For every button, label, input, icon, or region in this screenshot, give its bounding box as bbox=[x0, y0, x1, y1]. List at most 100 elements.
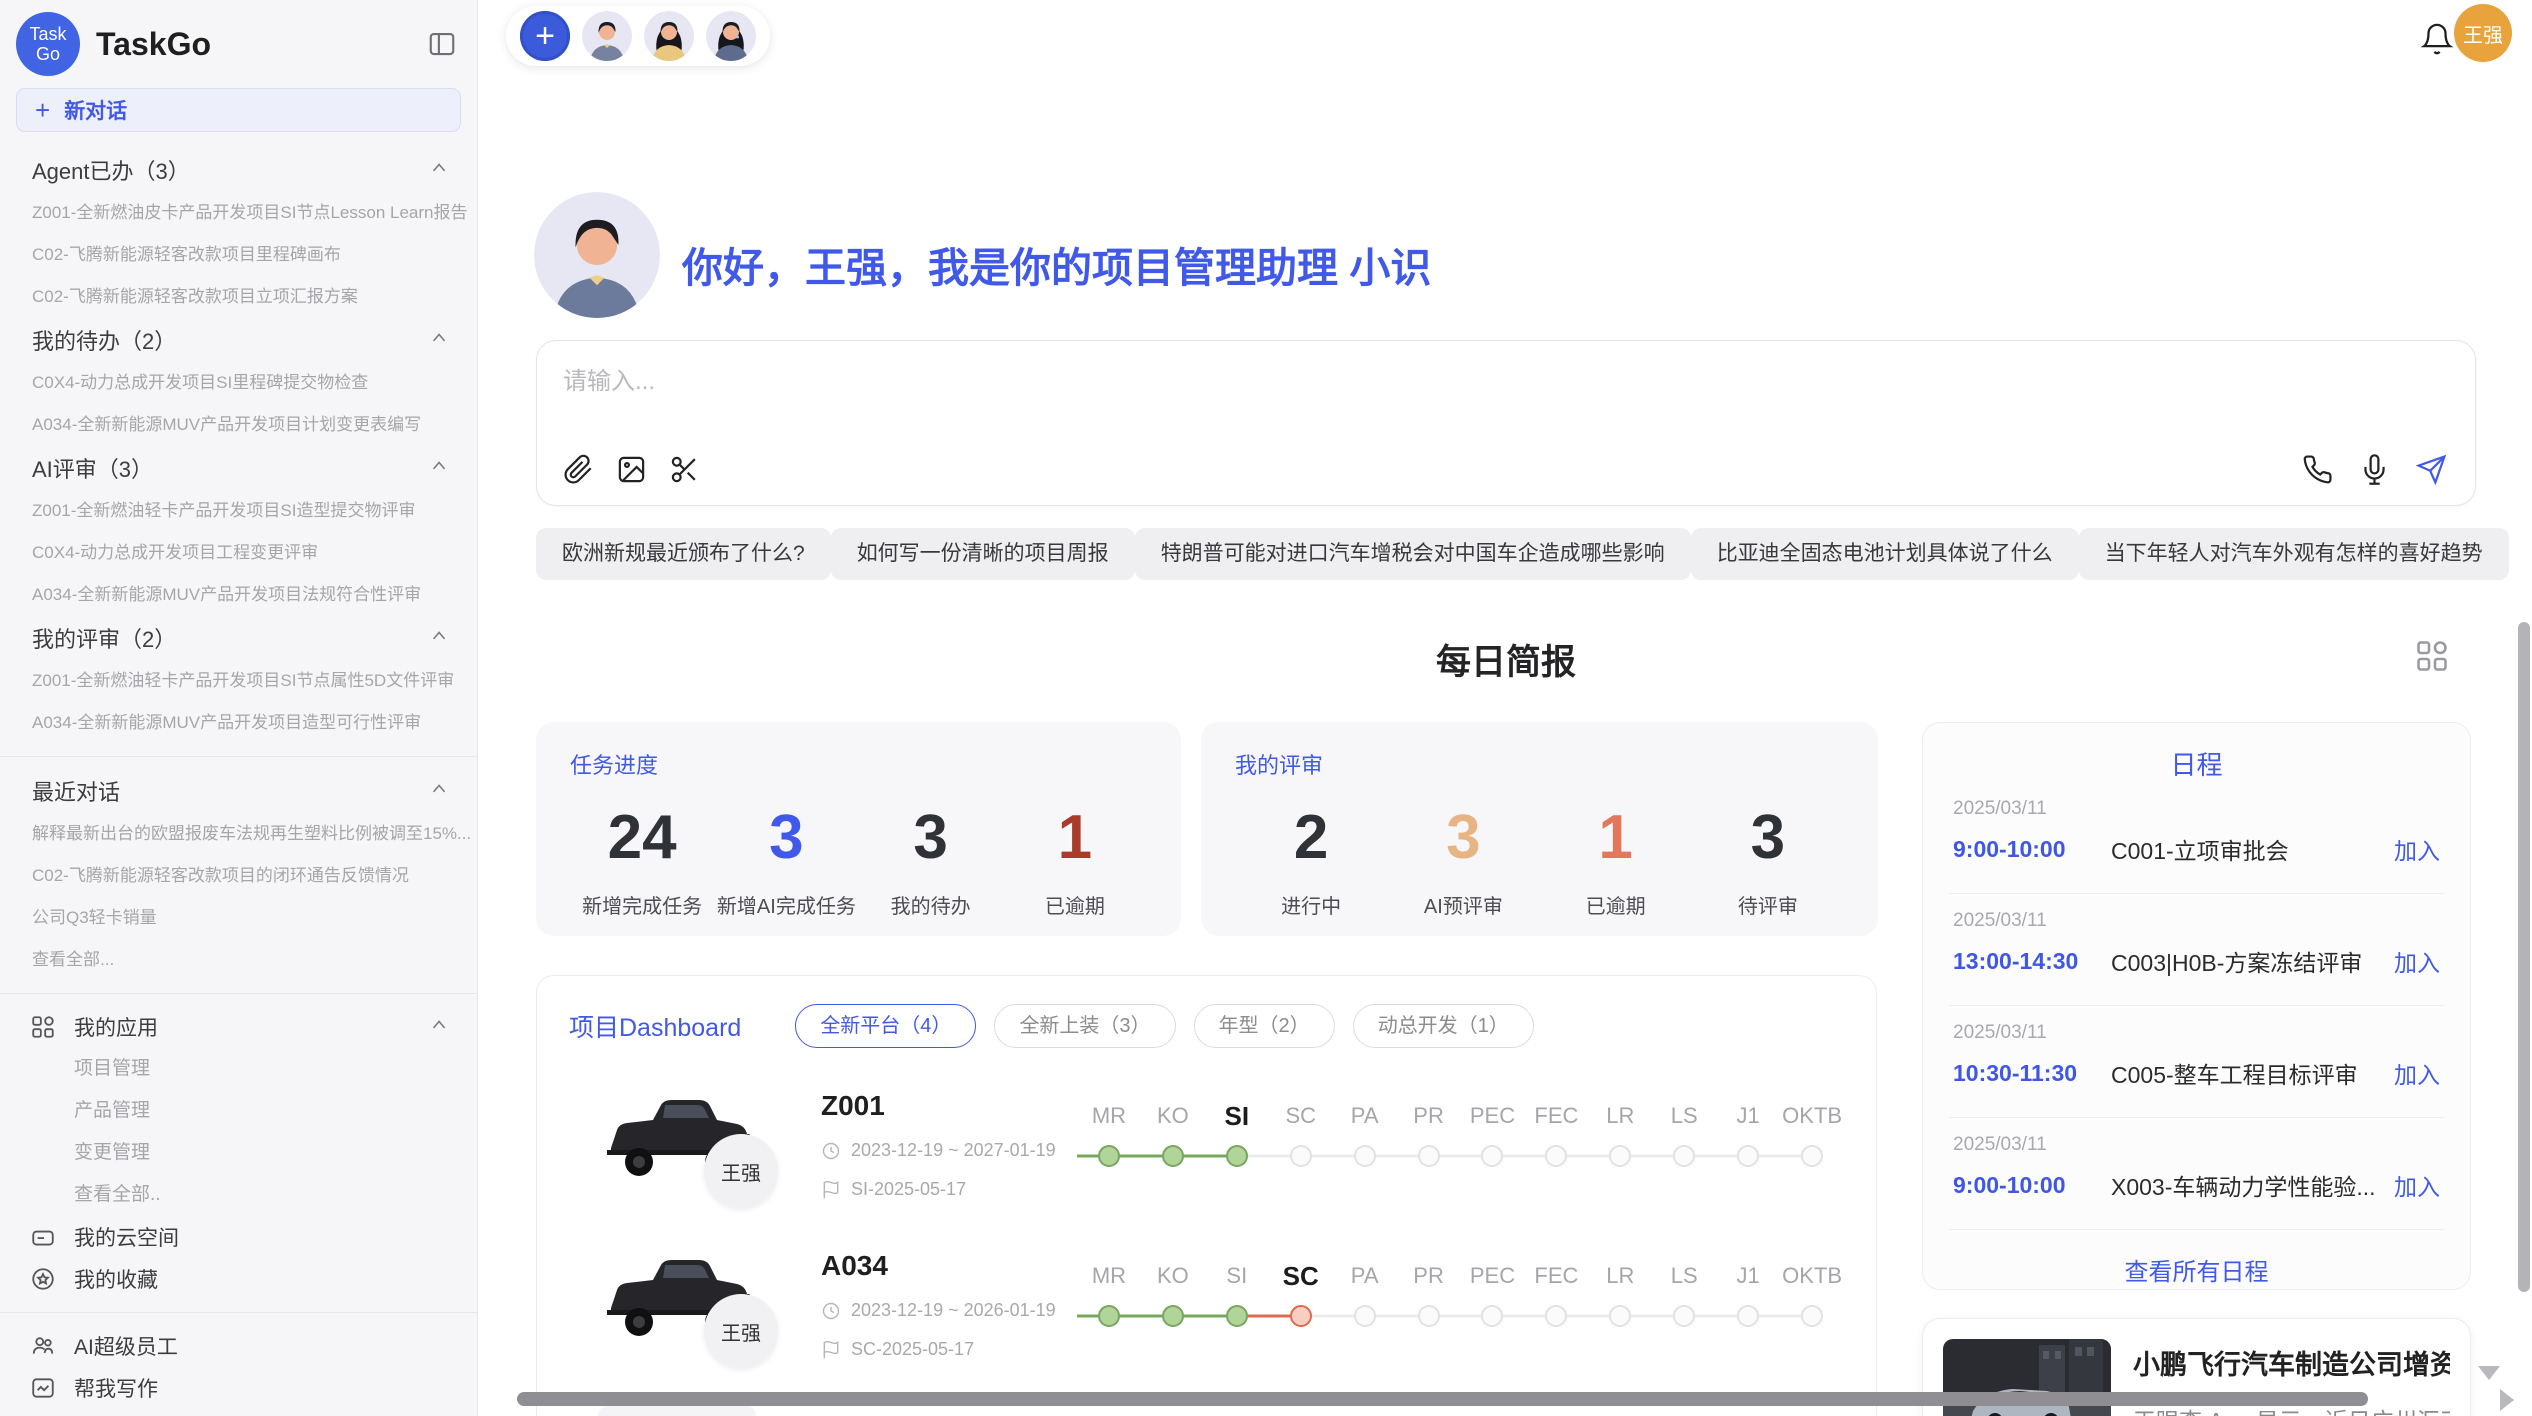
layout-grid-icon[interactable] bbox=[2414, 638, 2450, 674]
project-flag-date: SC-2025-05-17 bbox=[851, 1339, 974, 1360]
sidebar-task-item[interactable]: A034-全新新能源MUV产品开发项目计划变更表编写 bbox=[0, 404, 477, 446]
recent-chat-item[interactable]: 公司Q3轻卡销量 bbox=[0, 897, 477, 939]
app-sub-item[interactable]: 查看全部.. bbox=[0, 1174, 477, 1216]
milestone-node bbox=[1652, 1302, 1716, 1330]
stat-grid: 24新增完成任务3新增AI完成任务3我的待办1已逾期 bbox=[570, 802, 1147, 919]
suggestion-chips: 欧洲新规最近颁布了什么?如何写一份清晰的项目周报特朗普可能对进口汽车增税会对中国… bbox=[536, 528, 2476, 580]
join-meeting-link[interactable]: 加入 bbox=[2394, 832, 2440, 866]
schedule-detail: 9:00-10:00C001-立项审批会加入 bbox=[1953, 832, 2440, 866]
sidebar-item-my-apps[interactable]: 我的应用 bbox=[0, 1006, 477, 1048]
milestone-label: LR bbox=[1588, 1258, 1652, 1294]
sidebar-task-item[interactable]: C02-飞腾新能源轻客改款项目里程碑画布 bbox=[0, 234, 477, 276]
briefing-card-title: 我的评审 bbox=[1235, 748, 1844, 780]
scroll-right-arrow-icon[interactable] bbox=[2500, 1389, 2514, 1411]
agent-avatar-2[interactable] bbox=[644, 11, 694, 61]
sidebar-task-item[interactable]: A034-全新新能源MUV产品开发项目造型可行性评审 bbox=[0, 702, 477, 744]
schedule-title: 日程 bbox=[1923, 745, 2470, 782]
divider bbox=[0, 993, 477, 994]
sidebar-task-item[interactable]: C02-飞腾新能源轻客改款项目立项汇报方案 bbox=[0, 276, 477, 318]
sidebar-item-help-write[interactable]: 帮我写作 bbox=[0, 1367, 477, 1409]
sidebar-item-favorites[interactable]: 我的收藏 bbox=[0, 1258, 477, 1300]
scroll-down-arrow-icon[interactable] bbox=[2478, 1366, 2500, 1380]
suggestion-chip[interactable]: 特朗普可能对进口汽车增税会对中国车企造成哪些影响 bbox=[1135, 528, 1691, 580]
chevron-up-icon bbox=[429, 1016, 451, 1038]
suggestion-chip[interactable]: 比亚迪全固态电池计划具体说了什么 bbox=[1691, 528, 2079, 580]
milestone-node bbox=[1397, 1302, 1461, 1330]
agent-avatar-1[interactable] bbox=[582, 11, 632, 61]
sidebar: Task Go TaskGo + 新对话 Agent已办（3）Z001-全新燃油… bbox=[0, 0, 478, 1416]
sidebar-task-item[interactable]: Z001-全新燃油轻卡产品开发项目SI节点属性5D文件评审 bbox=[0, 660, 477, 702]
paperclip-icon[interactable] bbox=[563, 454, 594, 485]
scissors-icon[interactable] bbox=[669, 454, 700, 485]
join-meeting-link[interactable]: 加入 bbox=[2394, 1056, 2440, 1090]
milestone-node bbox=[1780, 1142, 1844, 1170]
schedule-date: 2025/03/11 bbox=[1953, 1134, 2440, 1156]
sidebar-task-item[interactable]: Z001-全新燃油轻卡产品开发项目SI造型提交物评审 bbox=[0, 490, 477, 532]
join-meeting-link[interactable]: 加入 bbox=[2394, 944, 2440, 978]
phone-icon[interactable] bbox=[2302, 454, 2333, 485]
sidebar-section-recent[interactable]: 最近对话 bbox=[0, 769, 477, 813]
user-avatar[interactable]: 王强 bbox=[2454, 4, 2512, 62]
milestone-dot bbox=[1673, 1305, 1695, 1327]
view-all-schedule-link[interactable]: 查看所有日程 bbox=[1923, 1252, 2470, 1287]
milestone-node bbox=[1333, 1142, 1397, 1170]
sidebar-item-ai-staff[interactable]: AI超级员工 bbox=[0, 1325, 477, 1367]
sidebar-task-item[interactable]: C0X4-动力总成开发项目SI里程碑提交物检查 bbox=[0, 362, 477, 404]
milestone-node bbox=[1205, 1302, 1269, 1330]
horizontal-scrollbar[interactable] bbox=[517, 1392, 2368, 1406]
recent-chat-item[interactable]: 解释最新出台的欧盟报废车法规再生塑料比例被调至15%... bbox=[0, 813, 477, 855]
join-meeting-link[interactable]: 加入 bbox=[2394, 1168, 2440, 1202]
notification-bell-icon[interactable] bbox=[2420, 22, 2454, 56]
schedule-name: C003|H0B-方案冻结评审 bbox=[2111, 944, 2394, 978]
sidebar-section-3[interactable]: 我的评审（2） bbox=[0, 616, 477, 660]
add-agent-button[interactable]: + bbox=[520, 11, 570, 61]
sidebar-collapse-icon[interactable] bbox=[427, 29, 457, 59]
schedule-detail: 10:30-11:30C005-整车工程目标评审加入 bbox=[1953, 1056, 2440, 1090]
app-sub-item[interactable]: 产品管理 bbox=[0, 1090, 477, 1132]
sidebar-task-item[interactable]: C0X4-动力总成开发项目工程变更评审 bbox=[0, 532, 477, 574]
schedule-list: 2025/03/119:00-10:00C001-立项审批会加入2025/03/… bbox=[1923, 782, 2470, 1230]
cloud-drive-icon bbox=[30, 1224, 56, 1250]
image-icon[interactable] bbox=[616, 454, 647, 485]
suggestion-chip[interactable]: 欧洲新规最近颁布了什么? bbox=[536, 528, 831, 580]
project-date-range: 2023-12-19 ~ 2027-01-19 bbox=[851, 1140, 1056, 1161]
suggestion-chip[interactable]: 当下年轻人对汽车外观有怎样的喜好趋势 bbox=[2079, 528, 2509, 580]
logo-line2: Go bbox=[36, 44, 60, 64]
agent-avatar-3[interactable] bbox=[706, 11, 756, 61]
new-chat-button[interactable]: + 新对话 bbox=[16, 88, 461, 132]
sidebar-section-1[interactable]: 我的待办（2） bbox=[0, 318, 477, 362]
send-icon[interactable] bbox=[2416, 454, 2447, 485]
sidebar-task-item[interactable]: Z001-全新燃油皮卡产品开发项目SI节点Lesson Learn报告 bbox=[0, 192, 477, 234]
stat-value: 2 bbox=[1235, 802, 1387, 874]
suggestion-chip[interactable]: 如何写一份清晰的项目周报 bbox=[831, 528, 1135, 580]
milestone-node bbox=[1461, 1302, 1525, 1330]
stat-grid: 2进行中3AI预评审1已逾期3待评审 bbox=[1235, 802, 1844, 919]
dashboard-filter-chip[interactable]: 全新平台（4） bbox=[795, 1004, 976, 1048]
dashboard-filter-chip[interactable]: 全新上装（3） bbox=[994, 1004, 1175, 1048]
microphone-icon[interactable] bbox=[2359, 454, 2390, 485]
sidebar-task-item[interactable]: A034-全新新能源MUV产品开发项目法规符合性评审 bbox=[0, 574, 477, 616]
sidebar-item-creative-draw[interactable]: 创意制图 bbox=[0, 1409, 477, 1416]
sidebar-section-1-label: 我的待办（2） bbox=[32, 324, 429, 356]
stat-cell: 3新增AI完成任务 bbox=[714, 802, 858, 919]
milestone-label: PEC bbox=[1461, 1098, 1525, 1134]
milestone-node bbox=[1077, 1302, 1141, 1330]
app-sub-item[interactable]: 项目管理 bbox=[0, 1048, 477, 1090]
sidebar-nav: Agent已办（3）Z001-全新燃油皮卡产品开发项目SI节点Lesson Le… bbox=[0, 148, 477, 1416]
sidebar-section-2[interactable]: AI评审（3） bbox=[0, 446, 477, 490]
project-owner-badge: 王强 bbox=[704, 1134, 778, 1208]
recent-chat-item[interactable]: 查看全部... bbox=[0, 939, 477, 981]
vertical-scrollbar[interactable] bbox=[2518, 622, 2530, 1292]
milestone-dot bbox=[1098, 1305, 1120, 1327]
chat-input[interactable] bbox=[563, 361, 2263, 421]
app-title: TaskGo bbox=[96, 26, 427, 63]
dashboard-filter-chip[interactable]: 动总开发（1） bbox=[1353, 1004, 1534, 1048]
sidebar-item-cloud-space[interactable]: 我的云空间 bbox=[0, 1216, 477, 1258]
app-sub-item[interactable]: 变更管理 bbox=[0, 1132, 477, 1174]
recent-chat-item[interactable]: C02-飞腾新能源轻客改款项目的闭环通告反馈情况 bbox=[0, 855, 477, 897]
dashboard-filter-chip[interactable]: 年型（2） bbox=[1194, 1004, 1335, 1048]
sidebar-section-0[interactable]: Agent已办（3） bbox=[0, 148, 477, 192]
stat-cell: 1已逾期 bbox=[1003, 802, 1147, 919]
greeting-text: 你好，王强，我是你的项目管理助理 小识 bbox=[682, 234, 1431, 294]
milestone-dot bbox=[1609, 1305, 1631, 1327]
